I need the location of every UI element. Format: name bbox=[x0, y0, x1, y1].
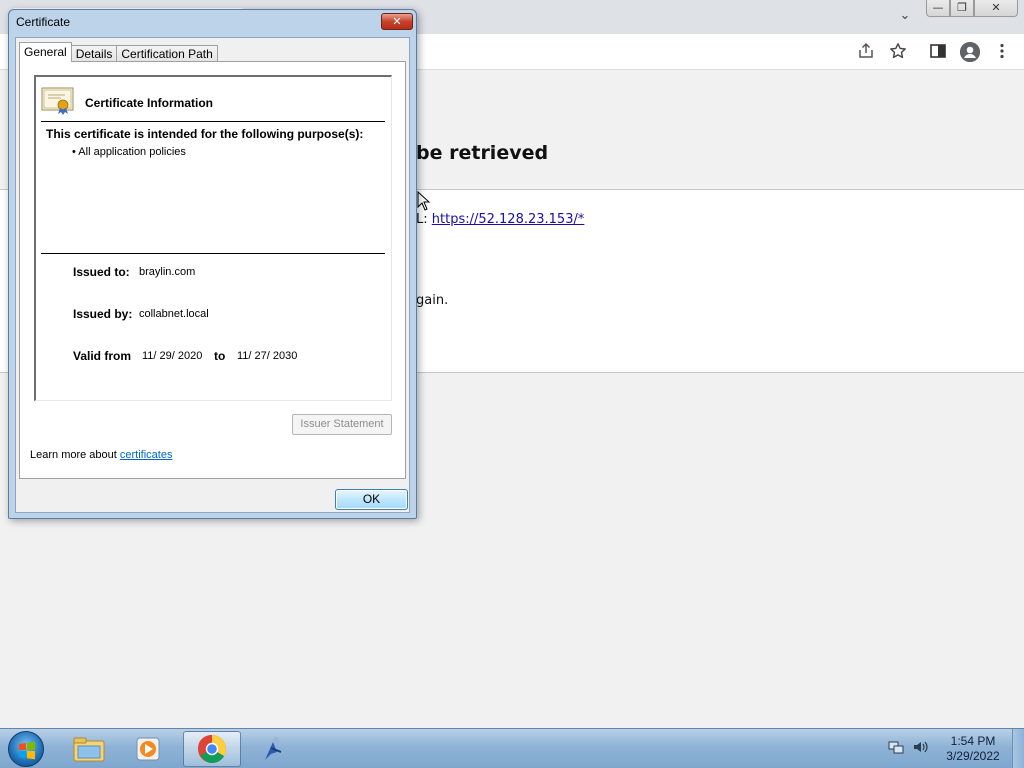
certificate-info-header: Certificate Information bbox=[85, 96, 214, 110]
media-player-icon[interactable] bbox=[120, 731, 178, 767]
app-icon[interactable] bbox=[244, 731, 302, 767]
start-button[interactable] bbox=[8, 731, 44, 767]
issued-to-value: braylin.com bbox=[139, 266, 196, 278]
purpose-item: • All application policies bbox=[72, 146, 186, 158]
dialog-body: General Details Certification Path Certi… bbox=[15, 37, 410, 513]
chrome-icon[interactable] bbox=[183, 731, 241, 767]
certificates-link[interactable]: certificates bbox=[120, 449, 173, 461]
menu-icon[interactable] bbox=[992, 42, 1012, 62]
learn-more-line: Learn more about certificates bbox=[30, 449, 172, 461]
certificate-icon bbox=[41, 87, 74, 115]
valid-from-label: Valid from bbox=[73, 349, 132, 363]
dialog-title: Certificate bbox=[16, 15, 71, 29]
valid-to-value: 11/ 27/ 2030 bbox=[237, 350, 298, 362]
issued-by-label: Issued by: bbox=[73, 307, 133, 321]
taskbar-clock[interactable]: 1:54 PM 3/29/2022 bbox=[940, 734, 1006, 764]
tab-general[interactable]: General bbox=[19, 42, 72, 62]
mouse-cursor-icon bbox=[417, 191, 431, 211]
certificate-dialog: Certificate ✕ General Details Certificat… bbox=[8, 9, 417, 519]
tab-details[interactable]: Details bbox=[70, 45, 118, 62]
explorer-icon[interactable] bbox=[60, 731, 118, 767]
minimize-button[interactable]: — bbox=[926, 0, 950, 17]
tab-search-icon[interactable]: ⌄ bbox=[894, 8, 916, 26]
windows-logo-icon bbox=[19, 741, 35, 760]
issued-to-label: Issued to: bbox=[73, 265, 130, 279]
tab-strip: General Details Certification Path bbox=[19, 42, 218, 62]
dialog-close-button[interactable]: ✕ bbox=[381, 13, 413, 30]
learn-more-text: Learn more about bbox=[30, 449, 117, 461]
page-heading: be retrieved bbox=[416, 142, 549, 164]
header-divider bbox=[41, 121, 385, 122]
show-desktop-button[interactable] bbox=[1012, 729, 1024, 768]
star-icon[interactable] bbox=[888, 42, 908, 62]
issuer-statement-button[interactable]: Issuer Statement bbox=[292, 414, 392, 435]
restore-button[interactable]: ❐ bbox=[950, 0, 974, 17]
details-divider bbox=[41, 253, 385, 254]
issued-by-value: collabnet.local bbox=[139, 308, 209, 320]
window-controls: — ❐ ✕ bbox=[926, 0, 1018, 18]
network-icon[interactable] bbox=[888, 739, 904, 759]
tab-certification-path[interactable]: Certification Path bbox=[116, 45, 218, 62]
clock-time: 1:54 PM bbox=[950, 734, 996, 748]
url-link[interactable]: https://52.128.23.153/* bbox=[432, 212, 585, 227]
purpose-title: This certificate is intended for the fol… bbox=[46, 127, 364, 141]
clock-date: 3/29/2022 bbox=[946, 749, 1000, 763]
volume-icon[interactable] bbox=[912, 739, 930, 759]
certificate-info-box: Certificate Information This certificate… bbox=[34, 75, 392, 401]
valid-from-value: 11/ 29/ 2020 bbox=[142, 350, 203, 362]
profile-icon[interactable] bbox=[960, 42, 980, 62]
share-icon[interactable] bbox=[856, 42, 876, 62]
general-tab-panel: Certificate Information This certificate… bbox=[19, 61, 406, 479]
valid-to-label: to bbox=[214, 349, 226, 363]
system-tray bbox=[888, 735, 930, 763]
url-prefix: L: bbox=[416, 212, 428, 227]
url-line: L: https://52.128.23.153/* bbox=[416, 212, 584, 227]
taskbar: 1:54 PM 3/29/2022 bbox=[0, 728, 1024, 768]
close-window-button[interactable]: ✕ bbox=[974, 0, 1018, 17]
side-panel-icon[interactable] bbox=[928, 42, 948, 62]
ok-button[interactable]: OK bbox=[335, 489, 408, 510]
retry-text: gain. bbox=[416, 293, 449, 308]
